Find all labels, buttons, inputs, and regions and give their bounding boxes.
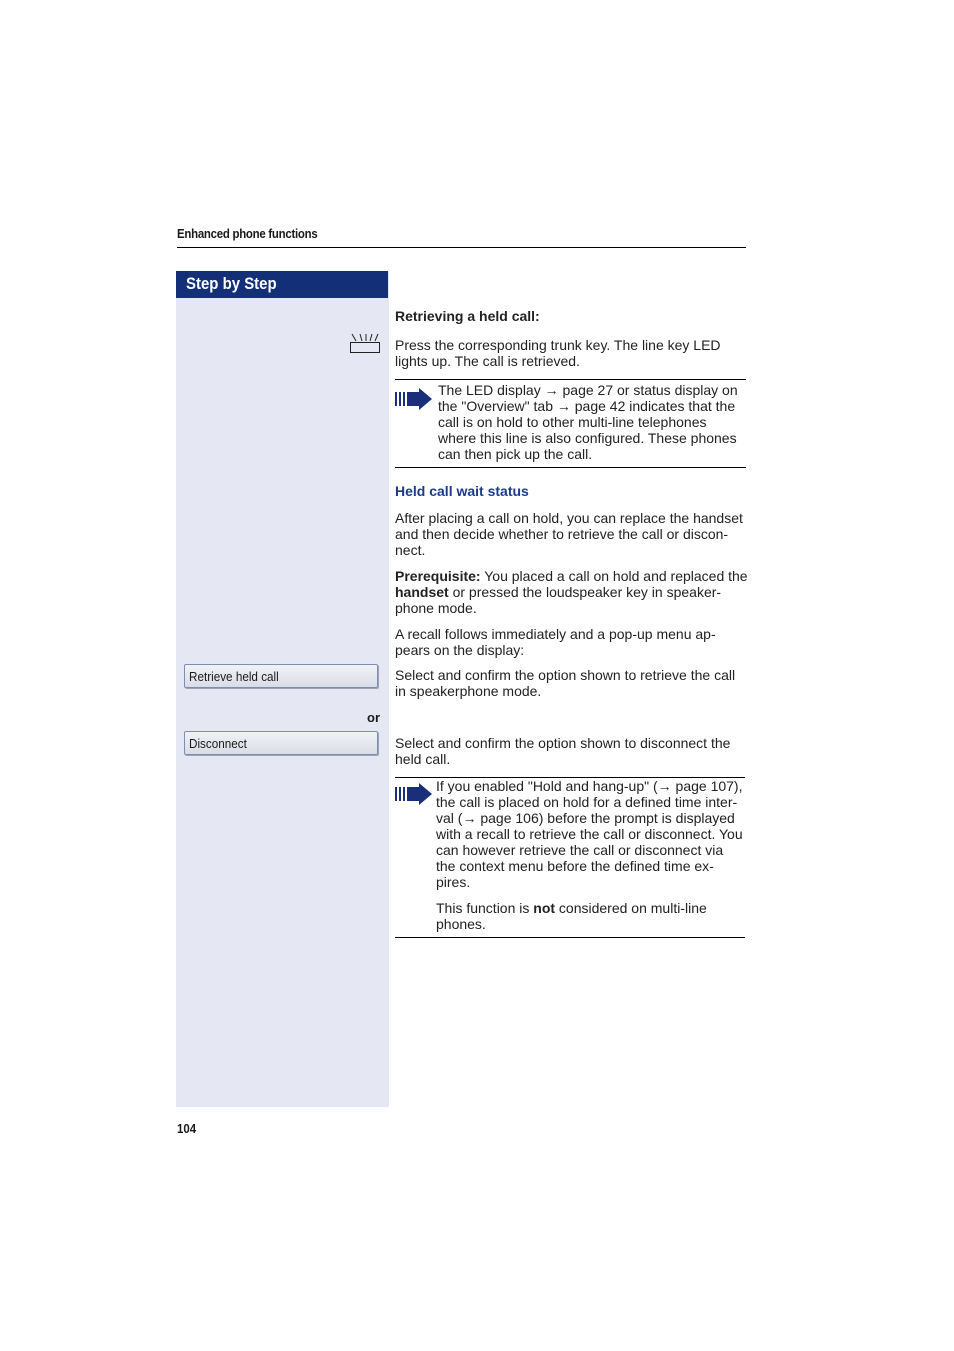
note-line: the "Overview" tab → page 42 indicates t…: [438, 398, 736, 414]
paragraph-line: A recall follows immediately and a pop-u…: [395, 626, 716, 642]
trunk-key-led-icon: [348, 332, 382, 354]
note-text-hold-hangup: If you enabled "Hold and hang-up" (→ pag…: [436, 778, 750, 932]
or-label: or: [367, 710, 380, 725]
section-heading-retrieving: Retrieving a held call:: [395, 308, 540, 324]
paragraph-line: held call.: [395, 751, 451, 767]
note-line: val (→ page 106) before the prompt is di…: [436, 810, 735, 826]
note-text: This function is: [436, 900, 534, 916]
paragraph-line: Select and confirm the option shown to d…: [395, 735, 731, 751]
prerequisite-label: Prerequisite:: [395, 568, 481, 584]
note-line: phones.: [436, 916, 486, 932]
paragraph-text: You placed a call on hold and replaced t…: [480, 568, 748, 584]
recall-paragraph: A recall follows immediately and a pop-u…: [395, 626, 750, 658]
note-divider-bottom: [395, 937, 745, 938]
note-line: can then pick up the call.: [438, 446, 593, 462]
emphasis-not: not: [533, 900, 556, 916]
note-line: where this line is also configured. Thes…: [438, 430, 737, 446]
option-label: Retrieve held call: [189, 669, 279, 684]
header-divider: [177, 247, 746, 248]
disconnect-option-description: Select and confirm the option shown to d…: [395, 735, 750, 767]
page-number: 104: [177, 1121, 197, 1136]
section-heading-held-call-wait: Held call wait status: [395, 483, 529, 499]
note-line: pires.: [436, 874, 471, 890]
step-by-step-sidebar: [176, 271, 389, 1107]
note-divider-top: [395, 379, 746, 380]
retrieve-held-call-option[interactable]: Retrieve held call: [184, 664, 378, 688]
intro-paragraph: After placing a call on hold, you can re…: [395, 510, 750, 558]
note-arrow-icon: [395, 783, 433, 805]
step-text-trunk-key: Press the corresponding trunk key. The l…: [395, 337, 721, 369]
note-divider-bottom: [395, 467, 746, 468]
paragraph-line: nect.: [395, 542, 426, 558]
option-label: Disconnect: [189, 736, 247, 751]
note-line: can however retrieve the call or disconn…: [436, 842, 724, 858]
sidebar-title: Step by Step: [186, 274, 277, 293]
note-line: the context menu before the defined time…: [436, 858, 714, 874]
paragraph-line: phone mode.: [395, 600, 477, 616]
note-line: call is on hold to other multi-line tele…: [438, 414, 707, 430]
paragraph-text: or pressed the loudspeaker key in speake…: [448, 584, 722, 600]
handset-term: handset: [395, 584, 449, 600]
section-title: Enhanced phone functions: [177, 226, 318, 241]
paragraph-line: in speakerphone mode.: [395, 683, 542, 699]
note-text: considered on multi-line: [555, 900, 707, 916]
paragraph-line: and then decide whether to retrieve the …: [395, 526, 729, 542]
disconnect-option[interactable]: Disconnect: [184, 731, 378, 755]
sidebar-header: Step by Step: [176, 271, 388, 298]
note-text-led: The LED display → page 27 or status disp…: [438, 382, 748, 462]
note-line: the call is placed on hold for a defined…: [436, 794, 738, 810]
note-line: The LED display → page 27 or status disp…: [438, 382, 738, 398]
paragraph-line: After placing a call on hold, you can re…: [395, 510, 743, 526]
paragraph-line: Select and confirm the option shown to r…: [395, 667, 736, 683]
retrieve-option-description: Select and confirm the option shown to r…: [395, 667, 750, 699]
note-line: If you enabled "Hold and hang-up" (→ pag…: [436, 778, 743, 794]
prerequisite-paragraph: Prerequisite: You placed a call on hold …: [395, 568, 750, 616]
paragraph-line: pears on the display:: [395, 642, 525, 658]
note-arrow-icon: [395, 388, 433, 410]
note-line: with a recall to retrieve the call or di…: [436, 826, 743, 842]
